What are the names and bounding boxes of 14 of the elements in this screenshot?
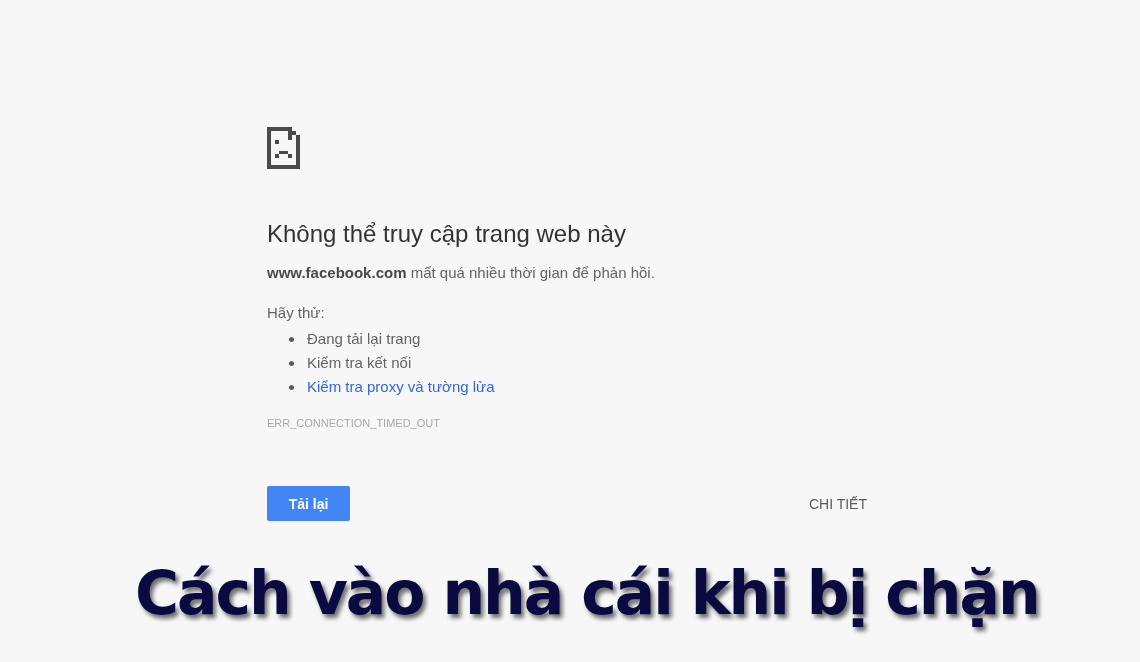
caption-headline: Cách vào nhà cái khi bị chặn <box>135 557 1039 630</box>
reload-button[interactable]: Tải lại <box>267 486 350 521</box>
bullet-icon <box>289 384 294 390</box>
sad-page-icon <box>267 127 300 169</box>
error-message: www.facebook.com mất quá nhiều thời gian để phản hồi. <box>267 263 655 283</box>
suggestion-text: Đang tải lại trang <box>307 329 421 349</box>
proxy-firewall-link[interactable]: Kiểm tra proxy và tường lửa <box>307 377 495 397</box>
error-code: ERR_CONNECTION_TIMED_OUT <box>267 416 440 431</box>
suggestions-label: Hãy thử: <box>267 303 325 323</box>
details-button[interactable]: CHI TIẾT <box>808 489 867 518</box>
suggestion-text: Kiểm tra kết nối <box>307 353 412 373</box>
page-heading: Không thể truy cập trang web này <box>267 219 626 249</box>
bullet-icon <box>289 360 294 366</box>
bullet-icon <box>289 336 294 342</box>
